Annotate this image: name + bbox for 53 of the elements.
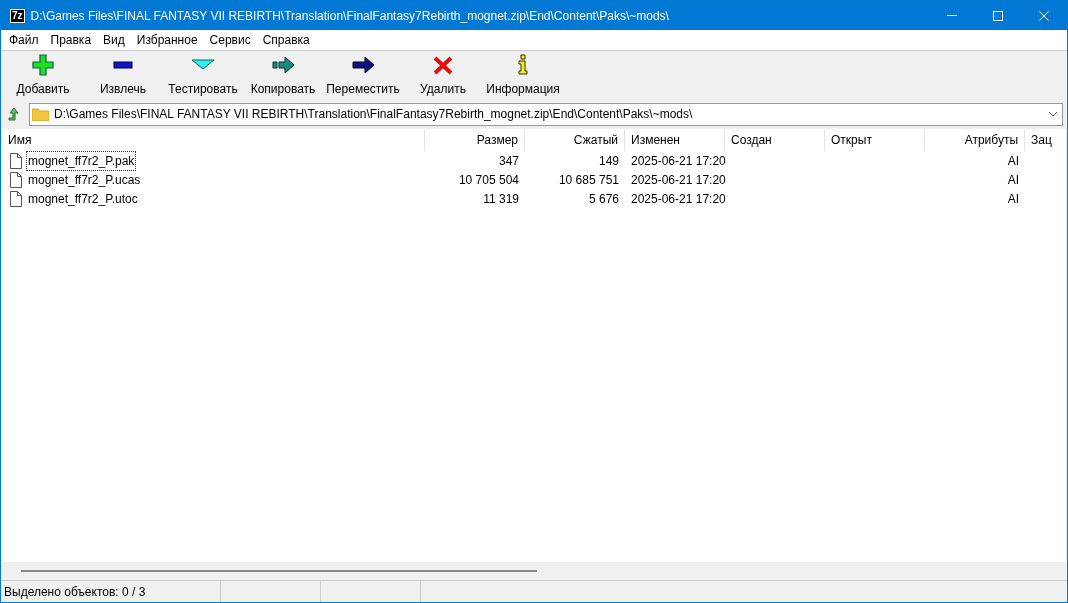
address-field[interactable]: D:\Games Files\FINAL FANTASY VII REBIRTH\Translation\FinalFantasy7Rebirth_mognet.zip\End\Content\Paks\~mods\ [29,102,1063,126]
file-name[interactable]: mognet_ff7r2_P.utoc [26,188,140,209]
table-cell-text: 149 [598,152,619,170]
table-cell-text: 10 705 504 [458,171,519,189]
toolbar-button[interactable]: Информация [483,53,563,99]
window-title: D:\Games Files\FINAL FANTASY VII REBIRTH\Translation\FinalFantasy7Rebirth_mognet.zip\End\Content\Paks\~mods\ [30,7,669,25]
toolbar-button[interactable]: Копировать [243,53,323,99]
file-name[interactable]: mognet_ff7r2_P.ucas [26,169,143,190]
minimize-icon [947,15,957,16]
toolbar-button[interactable]: Удалить [403,53,483,99]
toolbar-button[interactable]: Тестировать [163,53,243,99]
status-text: Выделено объектов: 0 / 3 [1,581,221,602]
file-icon [10,152,22,169]
arrow-right-icon [351,54,375,76]
folder-icon [32,107,49,121]
menu-item[interactable]: Справка [256,31,316,49]
chevron-down-icon [1048,111,1058,117]
column-header[interactable]: Размер [425,129,525,151]
table-cell-text: 10 685 751 [558,171,619,189]
column-header[interactable]: Зац [1025,129,1066,151]
menu-item[interactable]: Вид [97,31,131,49]
file-icon [10,171,22,188]
cross-icon [431,54,455,76]
close-icon [1039,10,1049,21]
column-header[interactable]: Открыт [825,129,925,151]
table-cell-text: 2025-06-21 17:20 [631,152,726,170]
maximize-icon [993,10,1003,21]
table-cell-text: 2025-06-21 17:20 [631,171,726,189]
toolbar-button[interactable]: Переместить [323,53,403,99]
toolbar-button[interactable]: Добавить [3,53,83,99]
menu-item[interactable]: Правка [44,31,98,49]
file-icon [10,190,22,207]
table-cell-text: AI [1007,152,1019,170]
table-cell-text: 2025-06-21 17:20 [631,190,726,208]
column-header[interactable]: Сжатый [525,129,625,151]
menu-item[interactable]: Избранное [130,31,204,49]
column-header[interactable]: Создан [725,129,825,151]
table-cell-text: 11 319 [483,190,519,208]
menu-item[interactable]: Сервис [203,31,257,49]
toolbar-button[interactable]: Извлечь [83,53,163,99]
arrow-right-icon [271,54,295,76]
table-cell-text: AI [1007,190,1019,208]
column-header[interactable]: Атрибуты [925,129,1025,151]
file-name[interactable]: mognet_ff7r2_P.pak [26,150,137,171]
table-cell-text: AI [1007,171,1019,189]
table-cell-text: 347 [498,152,519,170]
scrollbar-thumb[interactable] [21,570,537,572]
plus-icon [31,54,55,76]
column-header[interactable]: Имя [2,129,425,151]
column-header[interactable]: Изменен [625,129,725,151]
menu-item[interactable]: Файл [3,31,45,49]
table-cell-text: 5 676 [588,190,619,208]
app-logo: 7z [10,8,25,23]
